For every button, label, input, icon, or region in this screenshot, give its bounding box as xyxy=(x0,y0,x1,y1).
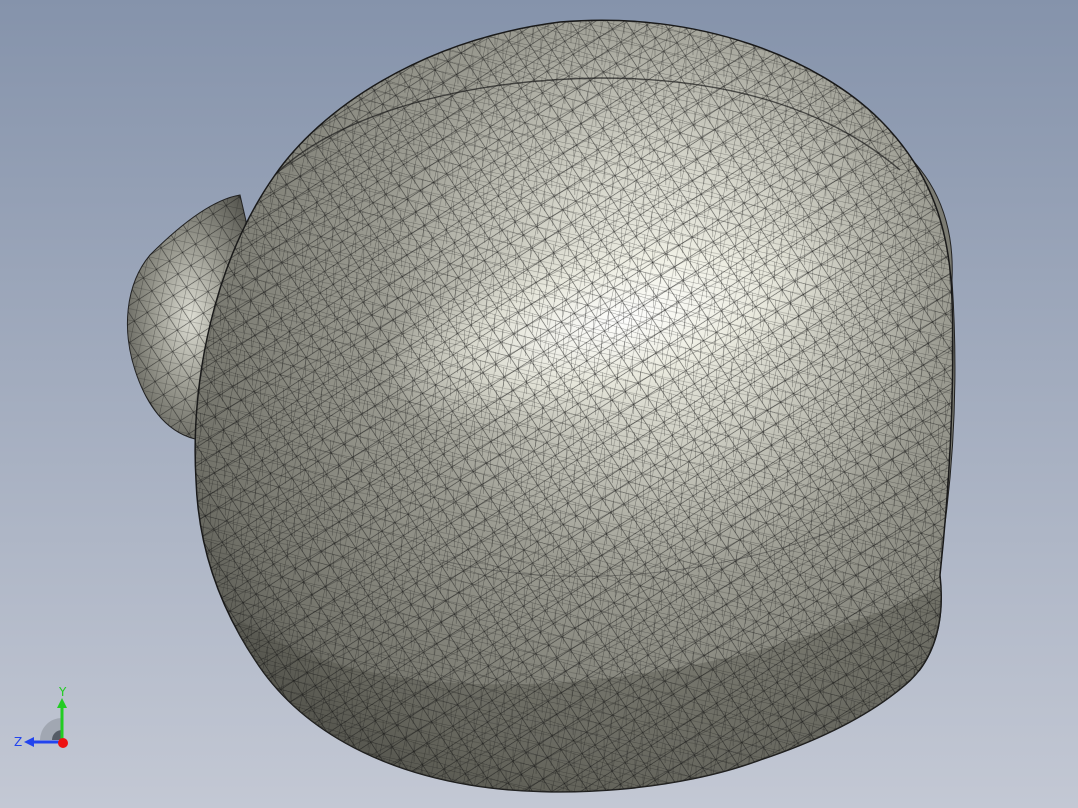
coordinate-triad: Y Z xyxy=(14,685,68,749)
triad-z-label: Z xyxy=(14,735,22,749)
triad-y-arrowhead xyxy=(57,698,67,708)
triad-y-label: Y xyxy=(58,685,67,699)
triad-z-arrowhead xyxy=(24,737,34,747)
graphics-viewport[interactable]: Y Z xyxy=(0,0,1078,808)
triad-x-axis-dot xyxy=(58,738,68,748)
scene-canvas[interactable] xyxy=(0,0,1078,808)
